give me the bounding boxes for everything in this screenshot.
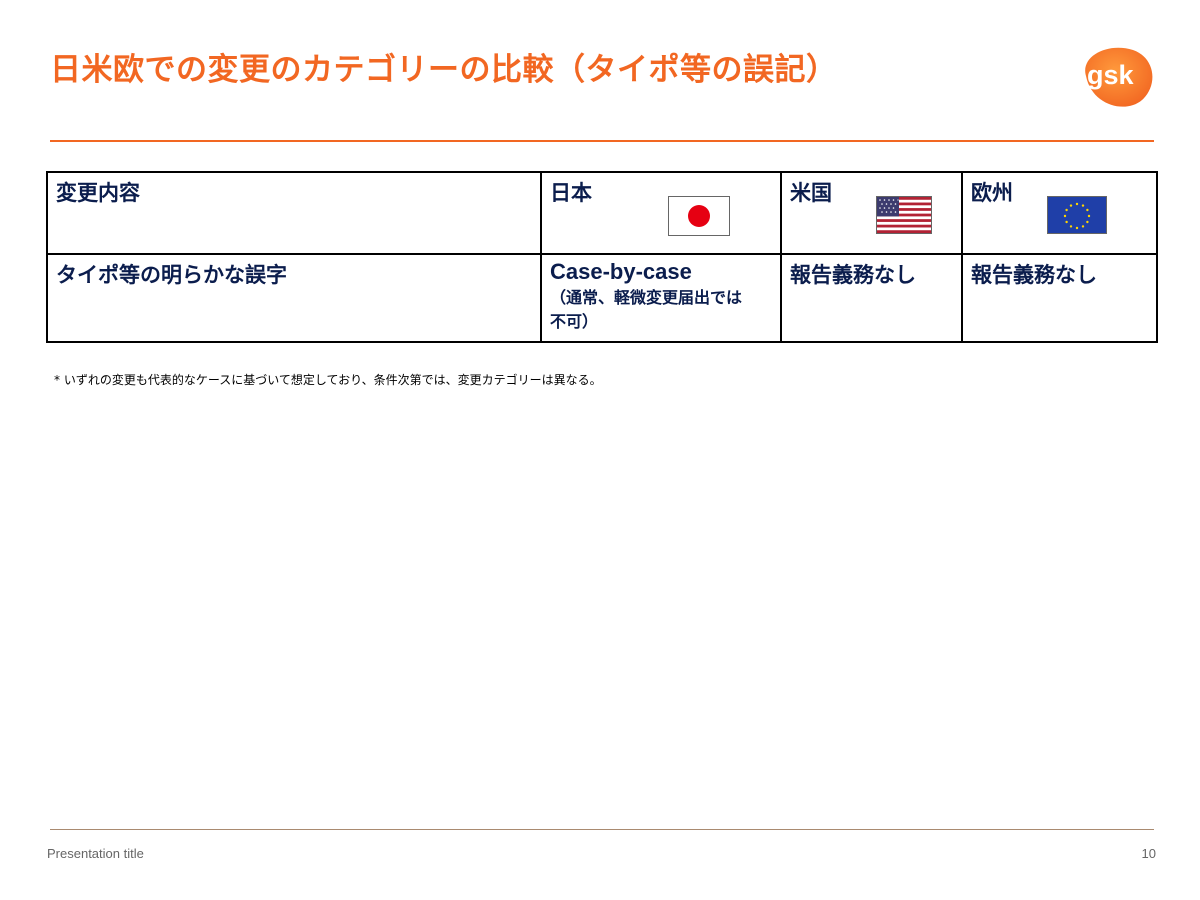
table-header-row: 変更内容 日本 米国 欧州 bbox=[46, 171, 1158, 255]
cell-eu-text: 報告義務なし bbox=[971, 263, 1097, 287]
cell-japan: Case-by-case （通常、軽微変更届出では 不可） bbox=[540, 253, 782, 343]
slide-title: 日米欧での変更のカテゴリーの比較（タイポ等の誤記） bbox=[50, 52, 838, 88]
cell-eu: 報告義務なし bbox=[961, 253, 1158, 343]
cell-us: 報告義務なし bbox=[780, 253, 963, 343]
header-japan: 日本 bbox=[540, 171, 782, 255]
comparison-table: 変更内容 日本 米国 欧州 タイポ等の明らかな誤字 Case-by-case （… bbox=[46, 171, 1158, 343]
us-flag-icon bbox=[876, 196, 932, 234]
eu-flag-icon bbox=[1047, 196, 1107, 234]
cell-japan-main: Case-by-case bbox=[550, 259, 692, 284]
footnote: * いずれの変更も代表的なケースに基づいて想定しており、条件次第では、変更カテゴ… bbox=[54, 373, 602, 387]
header-us-label: 米国 bbox=[790, 181, 832, 205]
header-eu: 欧州 bbox=[961, 171, 1158, 255]
svg-text:gsk: gsk bbox=[1087, 60, 1135, 90]
header-change-content-label: 変更内容 bbox=[56, 181, 140, 205]
title-divider bbox=[50, 140, 1154, 142]
cell-japan-note-1: （通常、軽微変更届出では bbox=[550, 288, 743, 307]
header-eu-label: 欧州 bbox=[971, 181, 1013, 205]
footer-divider bbox=[50, 829, 1154, 830]
header-japan-label: 日本 bbox=[550, 181, 592, 205]
header-change-content: 変更内容 bbox=[46, 171, 542, 255]
cell-japan-note-2: 不可） bbox=[550, 312, 599, 331]
cell-change-content-text: タイポ等の明らかな誤字 bbox=[56, 263, 287, 287]
header-us: 米国 bbox=[780, 171, 963, 255]
cell-us-text: 報告義務なし bbox=[790, 263, 916, 287]
gsk-logo: gsk bbox=[1078, 46, 1156, 110]
cell-change-content: タイポ等の明らかな誤字 bbox=[46, 253, 542, 343]
page-number: 10 bbox=[1141, 846, 1156, 861]
table-row: タイポ等の明らかな誤字 Case-by-case （通常、軽微変更届出では 不可… bbox=[46, 253, 1158, 343]
footer-presentation-title: Presentation title bbox=[47, 846, 144, 861]
japan-flag-icon bbox=[668, 196, 730, 236]
